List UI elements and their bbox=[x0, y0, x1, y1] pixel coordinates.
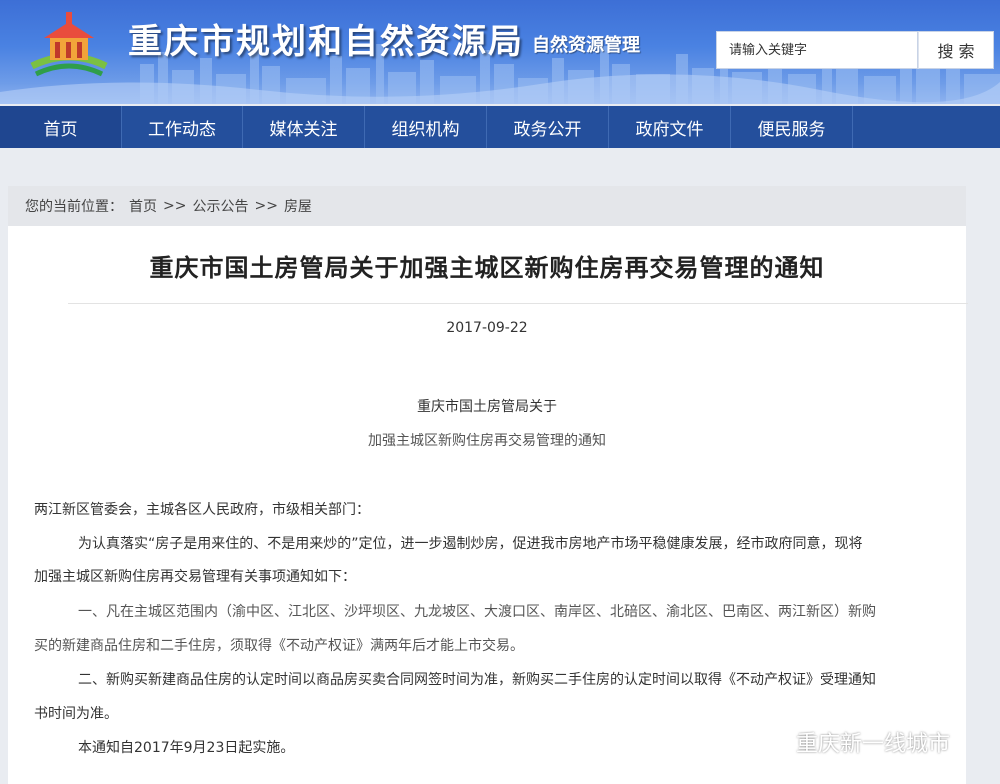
title-divider bbox=[68, 303, 968, 304]
search-box bbox=[716, 31, 918, 69]
breadcrumb-announcements[interactable]: 公示公告 bbox=[192, 196, 248, 216]
item-1-line-1: 一、凡在主城区范围内（渝中区、江北区、沙坪坝区、九龙坡区、大渡口区、南岸区、北碚… bbox=[78, 604, 876, 620]
search-input[interactable] bbox=[717, 32, 917, 68]
item-1-line-2: 买的新建商品住房和二手住房，须取得《不动产权证》满两年后才能上市交易。 bbox=[34, 638, 524, 654]
nav-item-work-news[interactable]: 工作动态 bbox=[122, 106, 243, 148]
publish-date: 2017-09-22 bbox=[446, 320, 528, 336]
search-button[interactable]: 搜 索 bbox=[918, 31, 994, 69]
watermark: 重庆新一线城市 bbox=[762, 727, 950, 757]
nav-item-services[interactable]: 便民服务 bbox=[731, 106, 853, 148]
paragraph-1-line-2: 加强主城区新购住房再交易管理有关事项通知如下： bbox=[34, 569, 356, 585]
document-heading-line1: 重庆市国土房管局关于 bbox=[417, 399, 557, 415]
item-2-line-2: 书时间为准。 bbox=[34, 706, 118, 722]
breadcrumb-separator: >> bbox=[163, 198, 187, 214]
header-banner: 重庆市规划和自然资源局 自然资源管理 搜 索 bbox=[0, 0, 1000, 104]
wechat-icon bbox=[763, 731, 789, 753]
addressee: 两江新区管委会，主城各区人民政府，市级相关部门： bbox=[34, 502, 370, 518]
nav-item-organization[interactable]: 组织机构 bbox=[365, 106, 487, 148]
nav-item-home[interactable]: 首页 bbox=[0, 106, 122, 148]
government-logo bbox=[30, 12, 108, 77]
nav-item-media[interactable]: 媒体关注 bbox=[243, 106, 365, 148]
article-title: 重庆市国土房管局关于加强主城区新购住房再交易管理的通知 bbox=[149, 254, 825, 282]
site-subtitle: 自然资源管理 bbox=[532, 35, 640, 56]
paragraph-1-line-1: 为认真落实“房子是用来住的、不是用来炒的”定位，进一步遏制炒房，促进我市房地产市… bbox=[78, 536, 863, 552]
breadcrumb-housing[interactable]: 房屋 bbox=[284, 196, 312, 216]
article-panel: 您的当前位置： 首页 >> 公示公告 >> 房屋 重庆市国土房管局关于加强主城区… bbox=[8, 186, 968, 784]
breadcrumb-separator: >> bbox=[254, 198, 278, 214]
item-2-line-1: 二、新购买新建商品住房的认定时间以商品房买卖合同网签时间为准，新购买二手住房的认… bbox=[78, 672, 876, 688]
main-nav: 首页 工作动态 媒体关注 组织机构 政务公开 政府文件 便民服务 bbox=[0, 106, 1000, 148]
document-heading-line2: 加强主城区新购住房再交易管理的通知 bbox=[368, 433, 606, 449]
nav-item-public-affairs[interactable]: 政务公开 bbox=[487, 106, 609, 148]
breadcrumb-home[interactable]: 首页 bbox=[129, 196, 157, 216]
nav-item-gov-documents[interactable]: 政府文件 bbox=[609, 106, 731, 148]
breadcrumb-prefix: 您的当前位置： bbox=[25, 199, 123, 215]
site-title: 重庆市规划和自然资源局 bbox=[128, 22, 524, 62]
breadcrumb: 您的当前位置： 首页 >> 公示公告 >> 房屋 bbox=[8, 186, 966, 226]
effective-date-notice: 本通知自2017年9月23日起实施。 bbox=[78, 740, 295, 756]
watermark-text: 重庆新一线城市 bbox=[796, 732, 951, 757]
